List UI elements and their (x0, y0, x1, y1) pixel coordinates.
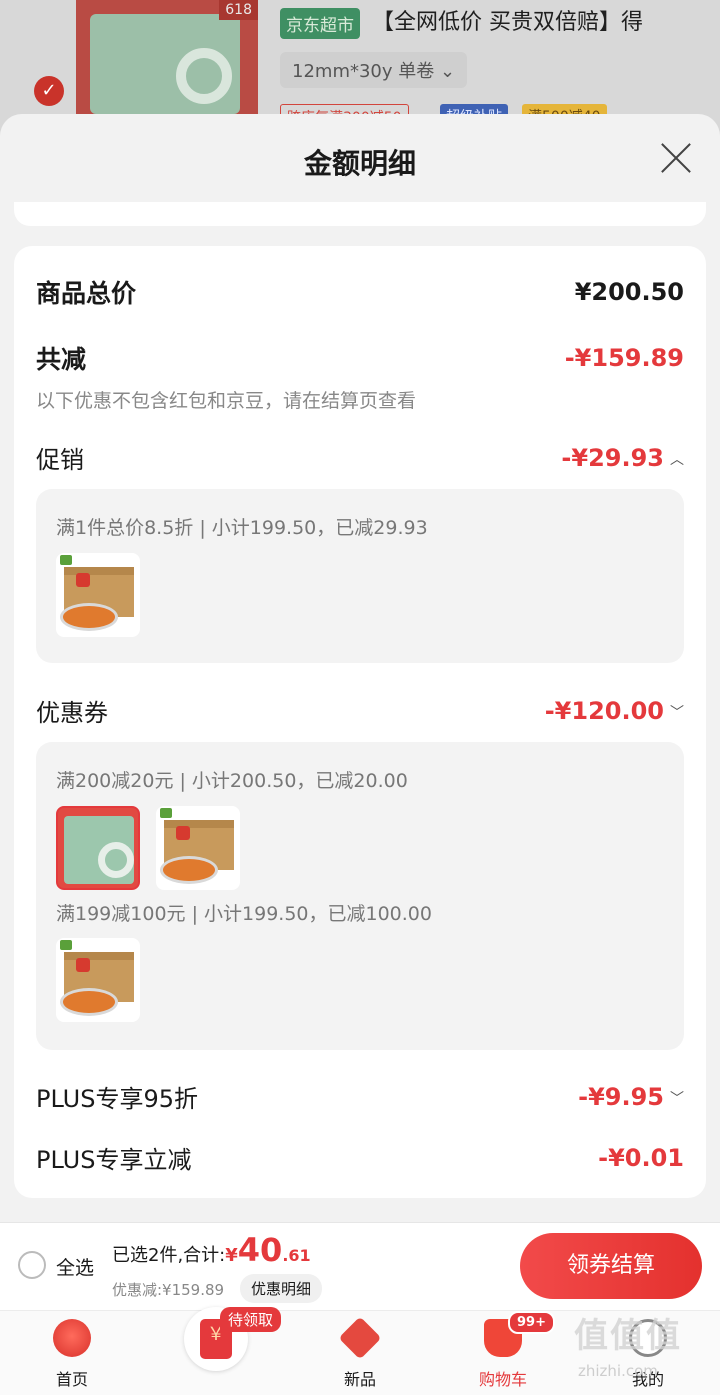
sweet-potato-image (160, 856, 218, 884)
coupon-detail-box: 满200减20元 | 小计200.50，已减20.00 满199减100元 | … (36, 742, 684, 1050)
coupon-rule-1: 满200减20元 | 小计200.50，已减20.00 (56, 770, 408, 792)
product-thumbnail-sweet-potato[interactable] (156, 806, 240, 890)
total-discount-label: 共减 (36, 345, 87, 374)
brand-logo-icon (60, 940, 72, 950)
carton-label (76, 958, 90, 972)
chevron-down-icon[interactable]: ﹀ (670, 1088, 684, 1108)
total-currency: ¥ (225, 1245, 238, 1266)
price-breakdown-card: 商品总价 ¥200.50 共减 -¥159.89 以下优惠不包含红包和京豆，请在… (14, 246, 706, 1198)
discount-note: 以下优惠不包含红包和京豆，请在结算页查看 (36, 390, 417, 412)
promotion-rule: 满1件总价8.5折 | 小计199.50，已减29.93 (56, 517, 428, 539)
coupon-label: 优惠券 (36, 699, 108, 727)
promotion-label: 促销 (36, 446, 84, 474)
watermark-logo: 值值值 (574, 1316, 682, 1356)
carton-label (176, 826, 190, 840)
total-integer: 40 (237, 1231, 283, 1269)
coupon-value: -¥120.00 ﹀ (545, 697, 684, 725)
select-all-radio[interactable] (18, 1251, 46, 1279)
watermark-url: zhizhi.com (578, 1362, 658, 1380)
checkout-button[interactable]: 领券结算 (520, 1233, 702, 1299)
goods-total-row: 商品总价 ¥200.50 (36, 274, 684, 310)
product-thumbnail-sweet-potato[interactable] (56, 553, 140, 637)
goods-total-value: ¥200.50 (574, 278, 684, 306)
brand-logo-icon (160, 808, 172, 818)
total-discount-row: 共减 -¥159.89 (36, 340, 684, 376)
sweet-potato-image (60, 603, 118, 631)
promotion-row[interactable]: 促销 -¥29.93 ︿ (36, 440, 684, 475)
store-tag: 京东超市 (280, 8, 360, 39)
discount-detail-button[interactable]: 优惠明细 (240, 1274, 323, 1303)
plus-cut-row: PLUS专享立减 -¥0.01 (36, 1140, 684, 1175)
close-icon[interactable] (660, 142, 692, 174)
coupon-row[interactable]: 优惠券 -¥120.00 ﹀ (36, 693, 684, 728)
spec-selector[interactable]: 12mm*30y 单卷 ⌄ (280, 52, 468, 88)
checkout-bar: 全选 已选2件,合计:¥40.61 优惠减:¥159.89 优惠明细 领券结算 (0, 1222, 720, 1310)
pending-badge: 待领取 (220, 1307, 282, 1332)
previous-card-edge (14, 202, 706, 226)
total-summary: 已选2件,合计:¥40.61 (112, 1231, 311, 1269)
total-discount-value: -¥159.89 (564, 344, 684, 372)
plus-discount-row[interactable]: PLUS专享95折 -¥9.95 ﹀ (36, 1079, 684, 1114)
selected-count-text: 已选2件,合计: (112, 1245, 226, 1266)
plus-discount-label: PLUS专享95折 (36, 1085, 198, 1113)
carton-label (76, 573, 90, 587)
tab-home[interactable]: 首页 (12, 1311, 132, 1395)
chevron-down-icon[interactable]: ﹀ (670, 702, 684, 722)
chevron-up-icon[interactable]: ︿ (670, 449, 684, 469)
item-checkbox-checked[interactable]: ✓ (34, 76, 64, 106)
tab-label: 首页 (55, 1370, 88, 1389)
new-product-icon (338, 1316, 382, 1360)
tab-new[interactable]: 新品 (300, 1311, 420, 1395)
tape-roll-image (98, 842, 134, 878)
discount-summary: 优惠减:¥159.89 (112, 1281, 225, 1299)
plus-cut-label: PLUS专享立减 (36, 1146, 192, 1174)
coupon-amount: -¥120.00 (544, 696, 664, 725)
product-thumbnail-sweet-potato[interactable] (56, 938, 140, 1022)
badge-618: 618 (219, 0, 258, 20)
sheet-title: 金额明细 (303, 147, 416, 180)
plus-discount-amount: -¥9.95 (578, 1082, 664, 1111)
promotion-value: -¥29.93 ︿ (561, 444, 684, 472)
tape-roll-image (176, 48, 232, 104)
goods-total-label: 商品总价 (36, 279, 137, 308)
sweet-potato-image (60, 988, 118, 1016)
promotion-amount: -¥29.93 (561, 443, 664, 472)
plus-cut-value: -¥0.01 (598, 1143, 684, 1172)
total-decimal: .61 (282, 1246, 311, 1265)
home-icon (53, 1319, 91, 1357)
sheet-header: 金额明细 (0, 114, 720, 204)
spec-text: 12mm*30y 单卷 (292, 61, 435, 82)
brand-logo-icon (60, 555, 72, 565)
coupon-rule-2: 满199减100元 | 小计199.50，已减100.00 (56, 903, 432, 925)
tab-label: 购物车 (478, 1370, 527, 1389)
product-thumbnail-tape[interactable] (56, 806, 140, 890)
product-thumbnail-tape[interactable]: 618 (76, 0, 258, 122)
product-title[interactable]: 【全网低价 买贵双倍赔】得 (372, 4, 643, 36)
tab-label: 新品 (343, 1370, 376, 1389)
amount-detail-sheet: 金额明细 商品总价 ¥200.50 共减 -¥159.89 以下优惠不包含红包和… (0, 114, 720, 1224)
select-all-label[interactable]: 全选 (56, 1253, 94, 1280)
promotion-detail-box: 满1件总价8.5折 | 小计199.50，已减29.93 (36, 489, 684, 663)
plus-discount-value: -¥9.95 ﹀ (578, 1083, 684, 1111)
cart-count-badge: 99+ (508, 1311, 555, 1334)
